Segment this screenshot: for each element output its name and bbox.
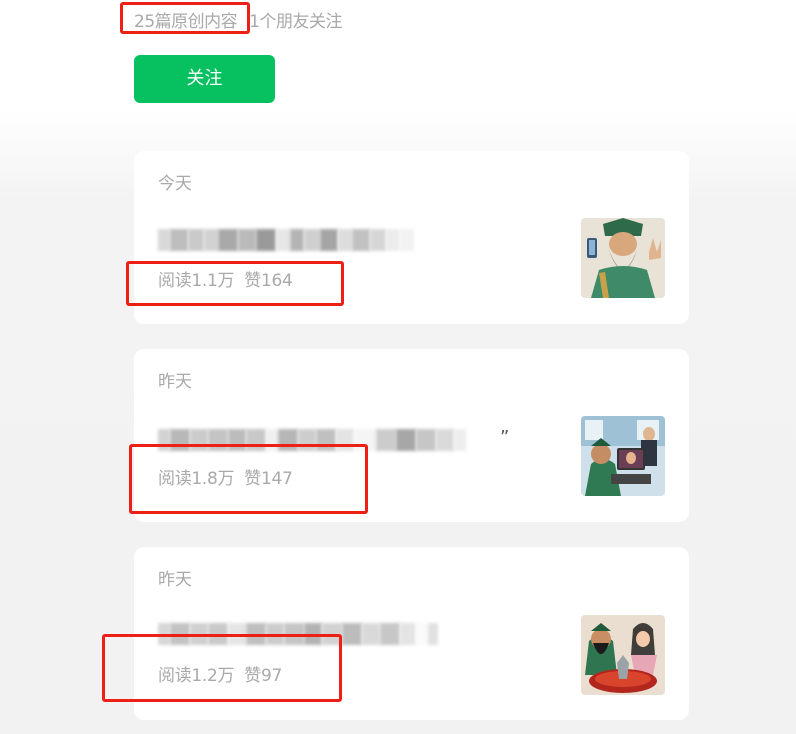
article-thumbnail[interactable] <box>581 218 665 298</box>
article-date: 今天 <box>158 174 192 194</box>
reads-count: 1.1万 <box>191 271 235 291</box>
reads-label: 阅读 <box>158 469 192 489</box>
article-card[interactable]: 今天 阅读1.1万 赞164 <box>134 151 689 324</box>
reads-label: 阅读 <box>158 271 192 291</box>
original-count: 25篇原创内容 <box>134 12 238 32</box>
article-date: 昨天 <box>158 372 192 392</box>
article-title-blurred[interactable] <box>158 229 414 251</box>
article-stats: 阅读1.8万 赞147 <box>158 464 293 489</box>
thumbnail-guan-yu-hotpot-icon <box>581 615 665 695</box>
follow-button[interactable]: 关注 <box>134 55 275 103</box>
article-title-trailing: ” <box>500 427 510 448</box>
thumbnail-guan-yu-selfie-icon <box>581 218 665 298</box>
likes-count: 147 <box>260 469 293 489</box>
likes-label: 赞 <box>244 469 261 489</box>
reads-count: 1.2万 <box>191 666 235 686</box>
article-thumbnail[interactable] <box>581 416 665 496</box>
article-stats: 阅读1.1万 赞164 <box>158 266 293 291</box>
likes-label: 赞 <box>244 666 261 686</box>
reads-count: 1.8万 <box>191 469 235 489</box>
friends-following: 1个朋友关注 <box>249 12 342 32</box>
article-thumbnail[interactable] <box>581 615 665 695</box>
article-title-blurred[interactable] <box>158 429 466 451</box>
article-title-blurred[interactable] <box>158 623 438 645</box>
article-stats: 阅读1.2万 赞97 <box>158 661 282 686</box>
account-stats: 25篇原创内容 1个朋友关注 <box>134 7 342 32</box>
article-card[interactable]: 昨天 ” 阅读1.8万 赞147 <box>134 349 689 522</box>
likes-label: 赞 <box>244 271 261 291</box>
article-date: 昨天 <box>158 570 192 590</box>
reads-label: 阅读 <box>158 666 192 686</box>
likes-count: 97 <box>260 666 282 686</box>
article-card[interactable]: 昨天 阅读1.2万 赞97 <box>134 547 689 720</box>
thumbnail-guan-yu-office-icon <box>581 416 665 496</box>
likes-count: 164 <box>260 271 293 291</box>
